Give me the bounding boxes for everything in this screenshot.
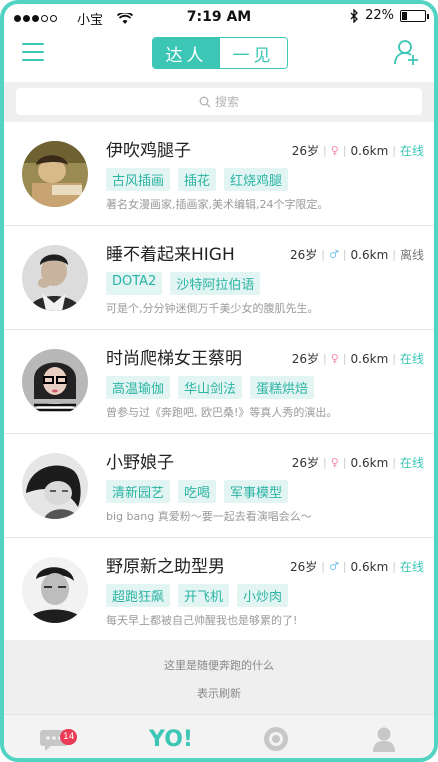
tab-yijian[interactable]: 一见: [220, 38, 287, 68]
person-description: big bang 真爱粉～要一起去看演唱会么～: [106, 510, 312, 523]
person-meta: 26岁 | ♀ | 0.6km | 在线: [291, 143, 424, 159]
female-icon: ♀: [330, 352, 339, 365]
person-age: 26岁: [289, 248, 318, 262]
status-badge: 在线: [399, 144, 424, 158]
status-badge: 离线: [399, 248, 424, 262]
interest-tag[interactable]: 军事模型: [224, 480, 289, 503]
tag-list: 高温瑜伽 华山剑法 蛋糕烘焙: [106, 376, 315, 399]
tab-discover[interactable]: [246, 715, 306, 758]
male-icon: ♂: [328, 560, 339, 573]
avatar: [22, 349, 88, 415]
person-age: 26岁: [291, 456, 320, 470]
person-distance: 0.6km: [350, 143, 389, 158]
nav-bar: 达人 一见: [4, 30, 434, 82]
battery-icon: [400, 9, 429, 22]
unread-badge: 14: [60, 729, 78, 745]
tab-daren[interactable]: 达人: [153, 38, 220, 68]
list-item[interactable]: 小野娘子 26岁 | ♀ | 0.6km | 在线 清新园艺 吃喝 军事模型 b…: [4, 434, 434, 538]
person-distance: 0.6km: [350, 455, 389, 470]
tab-bar: 14 YO!: [4, 714, 434, 758]
interest-tag[interactable]: 清新园艺: [106, 480, 171, 503]
status-badge: 在线: [399, 352, 424, 366]
person-description: 每天早上都被自己帅醒我也是够累的了!: [106, 614, 298, 627]
bluetooth-icon: [350, 8, 359, 23]
person-meta: 26岁 | ♀ | 0.6km | 在线: [291, 455, 424, 471]
person-distance: 0.6km: [350, 559, 389, 574]
user-icon: [373, 727, 395, 752]
tag-list: DOTA2 沙特阿拉伯语: [106, 272, 261, 295]
person-description: 著名女漫画家,插画家,美术编辑,24个字限定。: [106, 198, 329, 211]
tag-list: 古风插画 插花 红烧鸡腿: [106, 168, 289, 191]
avatar: [22, 453, 88, 519]
refresh-hint-line2: 表示刷新: [197, 687, 241, 700]
tab-messages[interactable]: 14: [24, 715, 84, 758]
person-name: 野原新之助型男: [106, 557, 225, 577]
tag-list: 清新园艺 吃喝 军事模型: [106, 480, 289, 503]
person-name: 时尚爬梯女王蔡明: [106, 349, 242, 369]
interest-tag[interactable]: 红烧鸡腿: [224, 168, 289, 191]
interest-tag[interactable]: 蛋糕烘焙: [250, 376, 315, 399]
interest-tag[interactable]: 沙特阿拉伯语: [170, 272, 261, 295]
search-bar-container: 搜索: [4, 82, 434, 122]
interest-tag[interactable]: 吃喝: [178, 480, 217, 503]
avatar: [22, 557, 88, 623]
person-name: 小野娘子: [106, 453, 174, 473]
tag-list: 超跑狂飙 开飞机 小炒肉: [106, 584, 289, 607]
person-description: 可是个,分分钟迷倒万千美少女的腹肌先生。: [106, 302, 319, 315]
person-age: 26岁: [291, 352, 320, 366]
status-badge: 在线: [399, 560, 424, 574]
status-right: 22%: [350, 8, 429, 23]
refresh-hint-line1: 这里是随便奔跑的什么: [164, 659, 274, 672]
add-friend-icon[interactable]: [394, 38, 420, 66]
interest-tag[interactable]: 小炒肉: [237, 584, 289, 607]
status-badge: 在线: [399, 456, 424, 470]
yo-label: YO!: [149, 726, 193, 752]
avatar: [22, 245, 88, 311]
list-item[interactable]: 野原新之助型男 26岁 | ♂ | 0.6km | 在线 超跑狂飙 开飞机 小炒…: [4, 538, 434, 642]
menu-icon[interactable]: [22, 43, 44, 63]
interest-tag[interactable]: 古风插画: [106, 168, 171, 191]
refresh-area: 这里是随便奔跑的什么 表示刷新: [4, 640, 434, 714]
list-item[interactable]: 伊吹鸡腿子 26岁 | ♀ | 0.6km | 在线 古风插画 插花 红烧鸡腿 …: [4, 122, 434, 226]
list-item[interactable]: 时尚爬梯女王蔡明 26岁 | ♀ | 0.6km | 在线 高温瑜伽 华山剑法 …: [4, 330, 434, 434]
lens-icon: [264, 727, 288, 751]
battery-percent: 22%: [365, 8, 394, 23]
tab-profile[interactable]: [354, 715, 414, 758]
people-list: 伊吹鸡腿子 26岁 | ♀ | 0.6km | 在线 古风插画 插花 红烧鸡腿 …: [4, 122, 434, 642]
person-name: 伊吹鸡腿子: [106, 141, 191, 161]
interest-tag[interactable]: 超跑狂飙: [106, 584, 171, 607]
interest-tag[interactable]: 开飞机: [178, 584, 230, 607]
search-placeholder: 搜索: [214, 95, 239, 109]
phone-frame: 小宝 7:19 AM 22% 达人 一见 搜索 伊吹鸡腿子 26岁 | ♀ | …: [0, 0, 438, 762]
person-meta: 26岁 | ♂ | 0.6km | 在线: [289, 559, 424, 575]
person-description: 曾参与过《奔跑吧, 欧巴桑!》等真人秀的演出。: [106, 406, 338, 419]
female-icon: ♀: [330, 456, 339, 469]
person-name: 睡不着起来HIGH: [106, 245, 235, 265]
person-distance: 0.6km: [350, 247, 389, 262]
person-age: 26岁: [291, 144, 320, 158]
interest-tag[interactable]: 插花: [178, 168, 217, 191]
person-age: 26岁: [289, 560, 318, 574]
person-meta: 26岁 | ♂ | 0.6km | 离线: [289, 247, 424, 263]
tab-yo[interactable]: YO!: [136, 715, 206, 758]
person-meta: 26岁 | ♀ | 0.6km | 在线: [291, 351, 424, 367]
search-input[interactable]: 搜索: [16, 88, 422, 115]
avatar: [22, 141, 88, 207]
person-distance: 0.6km: [350, 351, 389, 366]
interest-tag[interactable]: 华山剑法: [178, 376, 243, 399]
interest-tag[interactable]: 高温瑜伽: [106, 376, 171, 399]
segmented-control: 达人 一见: [152, 37, 288, 69]
interest-tag[interactable]: DOTA2: [106, 272, 163, 295]
male-icon: ♂: [328, 248, 339, 261]
female-icon: ♀: [330, 144, 339, 157]
status-bar: 小宝 7:19 AM 22%: [4, 4, 434, 30]
search-icon: [199, 96, 211, 107]
list-item[interactable]: 睡不着起来HIGH 26岁 | ♂ | 0.6km | 离线 DOTA2 沙特阿…: [4, 226, 434, 330]
